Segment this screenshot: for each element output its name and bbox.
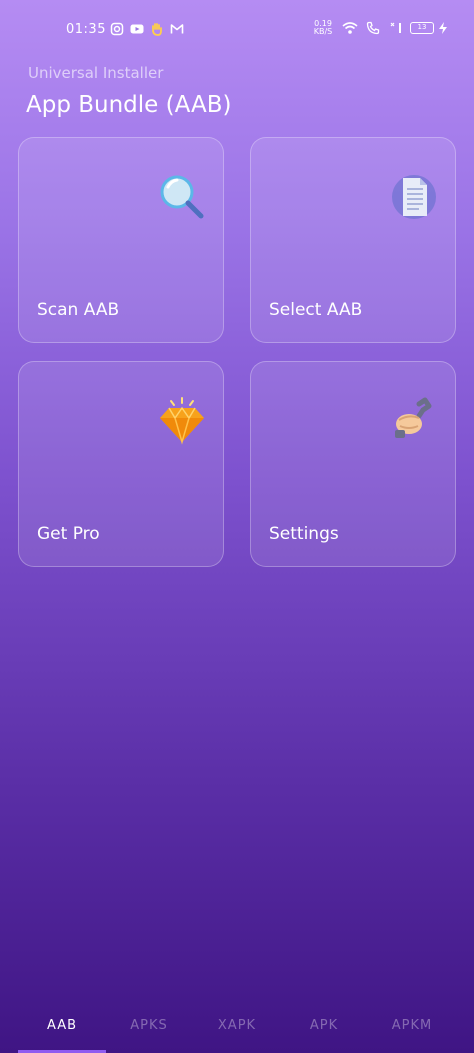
status-time: 01:35 <box>66 22 106 37</box>
diamond-icon <box>160 397 204 445</box>
document-icon <box>392 175 436 219</box>
status-right: 0.19 KB/S 13 <box>312 20 450 36</box>
app-subtitle: Universal Installer <box>28 64 164 82</box>
tab-aab[interactable]: AAB <box>17 1018 107 1033</box>
settings-label: Settings <box>269 524 339 544</box>
page-title: App Bundle (AAB) <box>26 92 232 118</box>
tab-apks[interactable]: APKS <box>104 1018 194 1033</box>
youtube-icon <box>130 24 144 34</box>
wifi-icon <box>342 22 358 34</box>
get-pro-card[interactable]: Get Pro <box>18 361 224 567</box>
speed-unit: KB/S <box>313 27 333 36</box>
tab-xapk[interactable]: XAPK <box>192 1018 282 1033</box>
signal-icon <box>390 22 401 33</box>
select-aab-card[interactable]: Select AAB <box>250 137 456 343</box>
status-bar: 01:35 0.19 KB/S 13 <box>0 0 474 60</box>
notification-icons <box>110 22 184 36</box>
charging-icon <box>439 22 447 34</box>
call-icon <box>366 21 380 35</box>
tab-apkm[interactable]: APKM <box>367 1018 457 1033</box>
magnifier-icon <box>160 175 204 219</box>
bottom-tab-bar: AAB APKS XAPK APK APKM <box>0 1004 474 1053</box>
wrench-hand-icon <box>395 397 432 438</box>
scan-aab-label: Scan AAB <box>37 300 120 320</box>
settings-card[interactable]: Settings <box>250 361 456 567</box>
tab-apk[interactable]: APK <box>279 1018 369 1033</box>
gmail-icon <box>170 24 184 34</box>
select-aab-label: Select AAB <box>269 300 363 320</box>
network-speed: 0.19 KB/S <box>312 20 334 36</box>
get-pro-label: Get Pro <box>37 524 100 544</box>
hand-icon <box>152 23 162 36</box>
battery-indicator: 13 <box>410 22 434 34</box>
scan-aab-card[interactable]: Scan AAB <box>18 137 224 343</box>
instagram-icon <box>110 22 124 36</box>
